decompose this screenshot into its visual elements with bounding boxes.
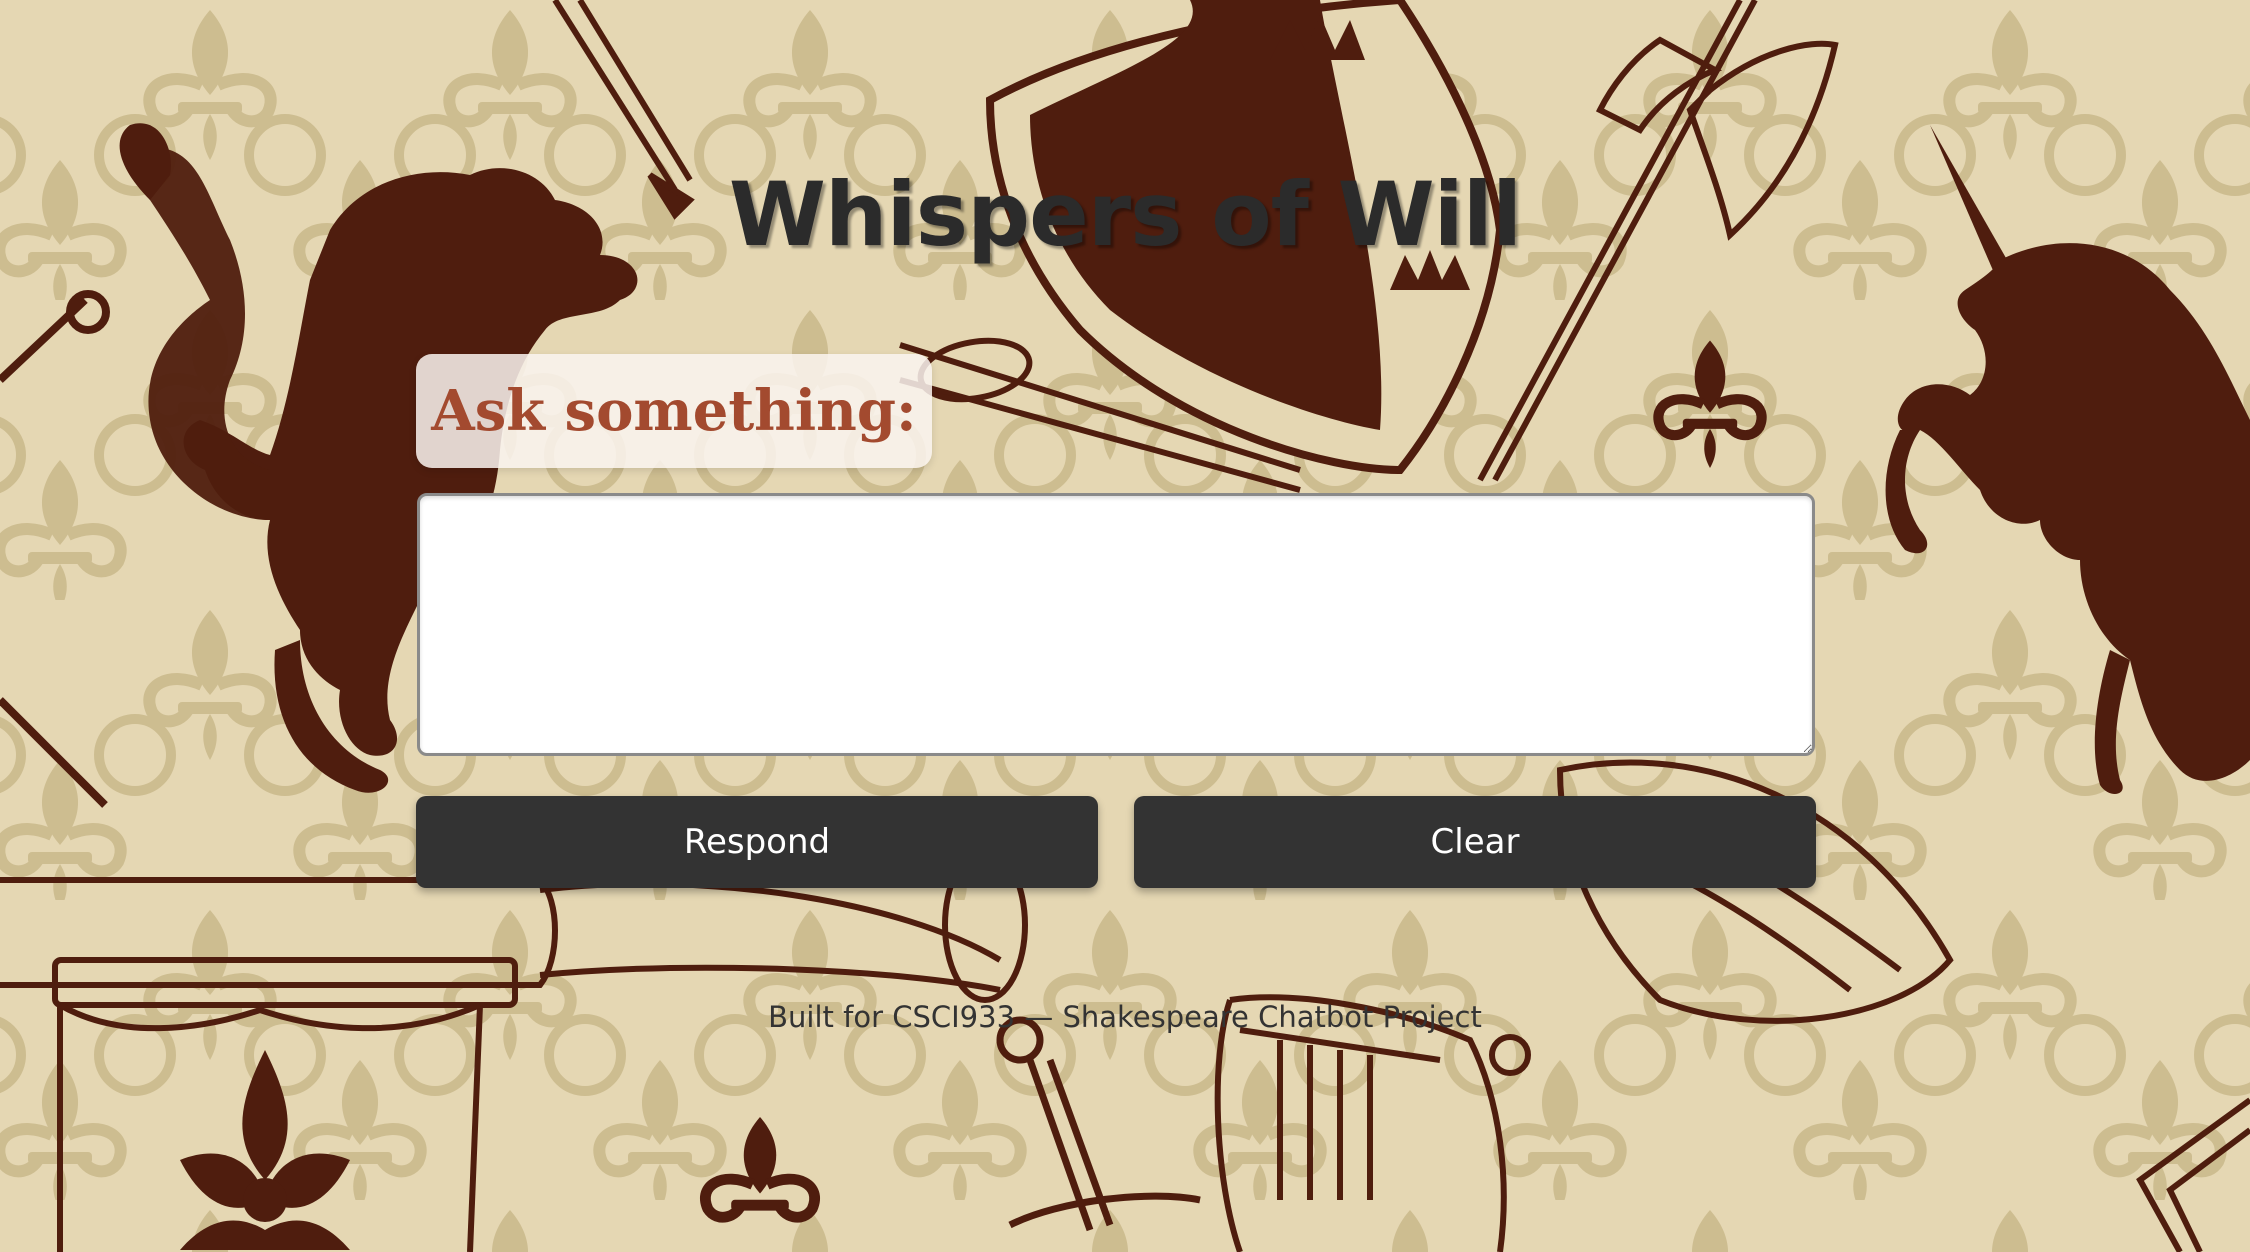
respond-button[interactable]: Respond <box>416 796 1098 888</box>
ask-something-text: Ask something: <box>431 378 917 444</box>
clear-button[interactable]: Clear <box>1134 796 1816 888</box>
footer-credit: Built for CSCI933 — Shakespeare Chatbot … <box>768 1000 1482 1034</box>
ask-something-label: Ask something: <box>416 354 932 468</box>
question-input[interactable] <box>417 493 1815 756</box>
page-title: Whispers of Will <box>728 163 1522 266</box>
